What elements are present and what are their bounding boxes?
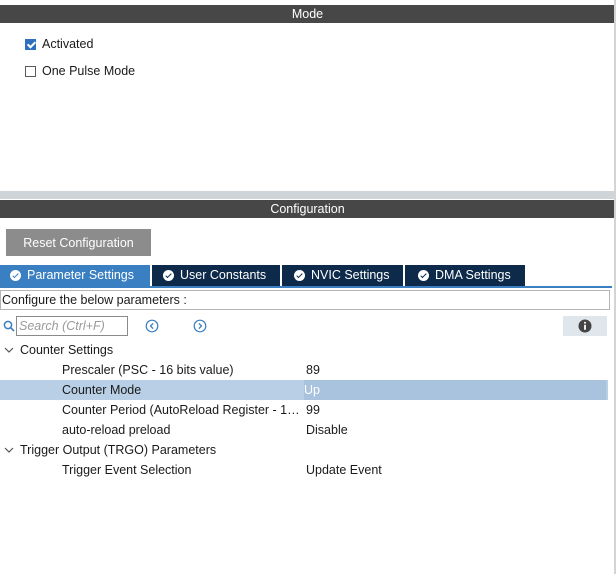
one-pulse-mode-checkbox[interactable] bbox=[25, 66, 36, 77]
previous-icon[interactable] bbox=[145, 319, 159, 333]
param-name: Prescaler (PSC - 16 bits value) bbox=[62, 363, 234, 377]
param-row-prescaler[interactable]: Prescaler (PSC - 16 bits value) 89 bbox=[0, 360, 608, 380]
info-button[interactable] bbox=[563, 316, 607, 336]
param-row-counter-period[interactable]: Counter Period (AutoReload Register - 16… bbox=[0, 400, 608, 420]
param-value[interactable]: Disable bbox=[306, 420, 348, 440]
param-name: auto-reload preload bbox=[62, 423, 171, 437]
section-divider[interactable] bbox=[0, 191, 615, 199]
param-name: Counter Period (AutoReload Register - 16… bbox=[62, 403, 300, 417]
search-icon bbox=[3, 320, 15, 332]
tab-label: DMA Settings bbox=[435, 268, 511, 282]
mode-header: Mode bbox=[0, 5, 615, 23]
tab-label: Parameter Settings bbox=[27, 268, 134, 282]
param-row-auto-reload-preload[interactable]: auto-reload preload Disable bbox=[0, 420, 608, 440]
check-circle-icon bbox=[10, 270, 21, 281]
param-name: Trigger Event Selection bbox=[62, 463, 192, 477]
parameters-description: Configure the below parameters : bbox=[0, 290, 610, 310]
param-value[interactable]: Up bbox=[304, 380, 606, 400]
info-icon bbox=[578, 319, 592, 333]
check-circle-icon bbox=[418, 270, 429, 281]
chevron-down-icon[interactable] bbox=[4, 445, 14, 455]
tab-parameter-settings[interactable]: Parameter Settings bbox=[0, 265, 150, 286]
tab-nvic-settings[interactable]: NVIC Settings bbox=[282, 265, 403, 286]
one-pulse-mode-label: One Pulse Mode bbox=[42, 64, 136, 78]
check-circle-icon bbox=[163, 270, 174, 281]
check-circle-icon bbox=[294, 270, 305, 281]
activated-label: Activated bbox=[42, 37, 94, 51]
chevron-down-icon[interactable] bbox=[4, 345, 14, 355]
tab-label: User Constants bbox=[180, 268, 267, 282]
tab-label: NVIC Settings bbox=[311, 268, 390, 282]
configuration-header: Configuration bbox=[0, 200, 615, 218]
tab-user-constants[interactable]: User Constants bbox=[152, 265, 280, 286]
param-name: Counter Mode bbox=[62, 383, 142, 397]
group-trigger-output[interactable]: Trigger Output (TRGO) Parameters bbox=[20, 441, 216, 459]
param-row-counter-mode[interactable]: Counter Mode Up bbox=[0, 380, 608, 400]
param-row-trigger-event-selection[interactable]: Trigger Event Selection Update Event bbox=[0, 460, 608, 480]
group-counter-settings[interactable]: Counter Settings bbox=[20, 341, 113, 359]
tab-dma-settings[interactable]: DMA Settings bbox=[405, 265, 525, 286]
search-input[interactable] bbox=[16, 316, 128, 336]
next-icon[interactable] bbox=[193, 319, 207, 333]
param-value[interactable]: 89 bbox=[306, 360, 320, 380]
tab-underline bbox=[0, 286, 612, 288]
activated-checkbox[interactable] bbox=[25, 39, 36, 50]
param-value[interactable]: Update Event bbox=[306, 460, 382, 480]
reset-configuration-button[interactable]: Reset Configuration bbox=[6, 229, 151, 256]
param-value[interactable]: 99 bbox=[306, 400, 320, 420]
